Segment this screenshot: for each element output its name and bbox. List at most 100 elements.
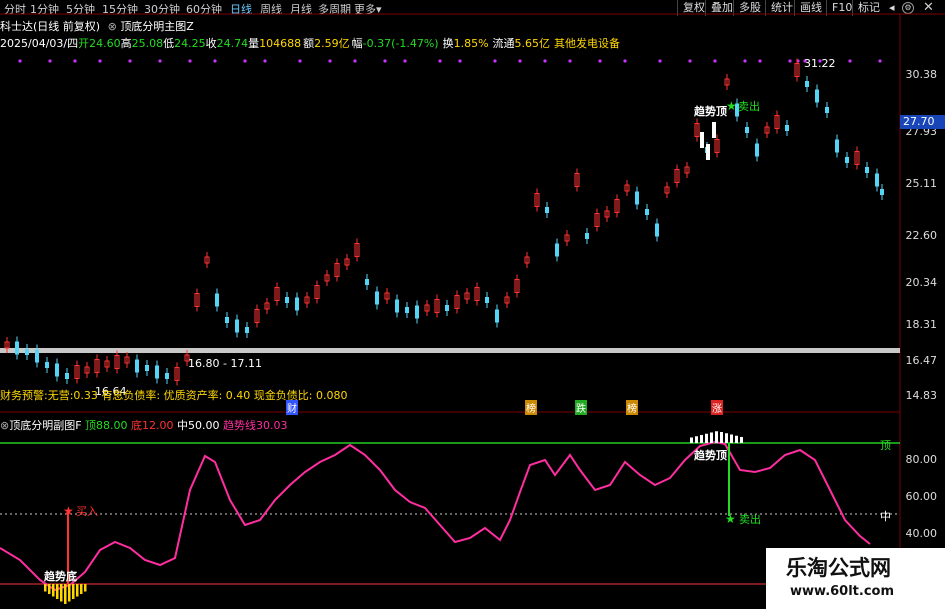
signal-dot [213,59,217,63]
sub-top-right-label: 顶 [880,439,891,452]
event-badge[interactable]: 财 [286,400,298,415]
signal-dot [48,59,52,63]
candle-body-down [55,363,59,377]
candle-body-down [815,89,819,103]
sell-label: 卖出 [738,100,760,113]
sub-indicator-name[interactable]: 顶底分明副图F [9,419,81,432]
bottom-label: 底 [131,419,143,432]
candle-body-white [700,132,704,148]
signal-dot [543,59,547,63]
candle-body-down [145,365,149,371]
top-signal-bar [730,434,733,443]
signal-dot [243,59,247,63]
current-price-tag: 27.70 [900,115,945,129]
bottom-signal-bar [64,584,67,604]
signal-dot [878,59,882,63]
mid-label: 中 [177,419,189,432]
signal-dot [353,59,357,63]
bottom-signal-bar [60,584,63,602]
sub-chart-title: ⊗顶底分明副图F 顶88.00 底12.00 中50.00 趋势线30.03 [0,417,288,433]
price-axis-label: 14.83 [905,389,938,402]
candle-body-down [375,291,379,305]
bottom-signal-bar [48,584,51,594]
signal-dot [328,59,332,63]
watermark: 乐淘公式网 www.60lt.com [766,548,945,609]
bottom-signal-bar [76,584,79,597]
candle-body-down [880,189,884,195]
bottom-value: 12.00 [142,419,174,432]
candle-body-down [45,362,49,368]
price-axis-label: 30.38 [905,68,938,81]
candle-body-down [835,139,839,153]
candle-body-down [545,207,549,213]
top-signal-bar [695,436,698,443]
top-signal-bar [710,432,713,443]
signal-dot [688,59,692,63]
support-band [0,348,900,353]
sub-axis-label: 40.00 [905,527,938,540]
signal-dot [848,59,852,63]
top-signal-bar [705,433,708,443]
candle-body-down [745,127,749,133]
signal-dot [568,59,572,63]
signal-dot [438,59,442,63]
candle-body-white [712,122,716,138]
candle-body-down [155,365,159,379]
event-badge[interactable]: 涨 [711,400,723,415]
mid-value: 50.00 [188,419,220,432]
signal-dot [458,59,462,63]
candle-body-down [415,305,419,319]
signal-dot [403,59,407,63]
signal-dot [788,59,792,63]
candle-body-down [295,297,299,311]
candle-body-down [635,191,639,205]
price-axis-label: 25.11 [905,177,938,190]
event-badge[interactable]: 跌 [575,400,587,415]
top-label: 顶 [85,419,97,432]
candle-body-down [875,173,879,187]
signal-dot [73,59,77,63]
top-value: 88.00 [96,419,128,432]
range-label: 16.80 - 17.11 [188,357,262,370]
candle-body-down [755,143,759,157]
candle-body-down [495,309,499,323]
trend-line-label: 趋势线 [223,419,257,432]
signal-dot [518,59,522,63]
sub-sell-label: 卖出 [739,513,761,526]
event-badge[interactable]: 榜 [525,400,537,415]
sell-star-icon: ★ [726,99,737,113]
bottom-signal-bar [84,584,87,592]
buy-star-icon: ★ [63,504,74,518]
bottom-signal-bar [52,584,55,597]
candle-body-down [215,293,219,307]
candle-body-white [706,144,710,160]
candle-body-down [285,297,289,303]
signal-dot [758,59,762,63]
bottom-signal-bar [68,584,71,602]
peak-price-label: 31.22 [804,57,836,70]
candle-body-down [65,373,69,379]
top-signal-bar [740,437,743,443]
signal-dot [188,59,192,63]
candle-body-down [485,297,489,303]
price-axis-label: 16.47 [905,354,938,367]
signal-dot [128,59,132,63]
sub-buy-label: 买入 [76,505,98,518]
candle-body-down [845,157,849,163]
sub-axis-label: 60.00 [905,490,938,503]
top-signal-bar [735,435,738,443]
bottom-signal-bar [80,584,83,594]
sub-indicator-close-icon[interactable]: ⊗ [0,419,9,432]
top-signal-bar [715,431,718,443]
event-badge[interactable]: 榜 [626,400,638,415]
candle-body-down [585,233,589,239]
trend-line-value: 30.03 [256,419,288,432]
top-signal-bar [700,435,703,443]
bottom-signal-bar [56,584,59,599]
candle-body-down [805,81,809,87]
signal-dot [598,59,602,63]
signal-dot [623,59,627,63]
signal-dot [493,59,497,63]
signal-dot [383,59,387,63]
candle-body-down [235,319,239,333]
